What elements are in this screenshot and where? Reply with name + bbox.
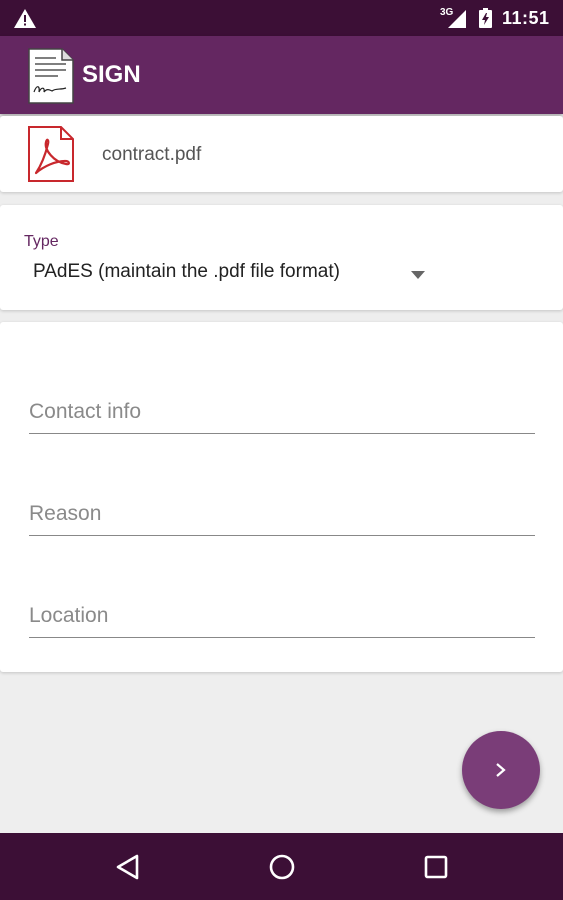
pdf-icon	[28, 126, 74, 182]
home-icon[interactable]	[266, 851, 298, 883]
signal-icon	[448, 10, 466, 28]
type-label: Type	[24, 233, 59, 250]
signed-document-icon	[28, 48, 74, 104]
next-button[interactable]	[462, 731, 540, 809]
type-selected-value: PAdES (maintain the .pdf file format)	[33, 261, 340, 282]
location-field	[29, 594, 535, 638]
page-title: SIGN	[82, 61, 141, 88]
file-card[interactable]: contract.pdf	[0, 116, 563, 192]
navigation-bar	[0, 833, 563, 900]
details-card	[0, 322, 563, 672]
clock: 11:51	[502, 8, 550, 28]
warning-icon	[14, 9, 36, 28]
file-name: contract.pdf	[102, 144, 202, 165]
contact-info-field	[29, 390, 535, 434]
caret-down-icon	[411, 271, 425, 279]
recents-icon[interactable]	[420, 851, 452, 883]
battery-icon	[479, 8, 492, 28]
reason-field	[29, 492, 535, 536]
app-bar: SIGN	[0, 36, 563, 114]
reason-input[interactable]	[29, 492, 535, 535]
chevron-right-icon	[496, 763, 506, 777]
contact-info-input[interactable]	[29, 390, 535, 433]
type-select[interactable]: PAdES (maintain the .pdf file format)	[33, 261, 433, 293]
status-bar: 3G 11:51	[0, 0, 563, 36]
back-icon[interactable]	[113, 851, 145, 883]
type-card: Type PAdES (maintain the .pdf file forma…	[0, 205, 563, 310]
location-input[interactable]	[29, 594, 535, 637]
